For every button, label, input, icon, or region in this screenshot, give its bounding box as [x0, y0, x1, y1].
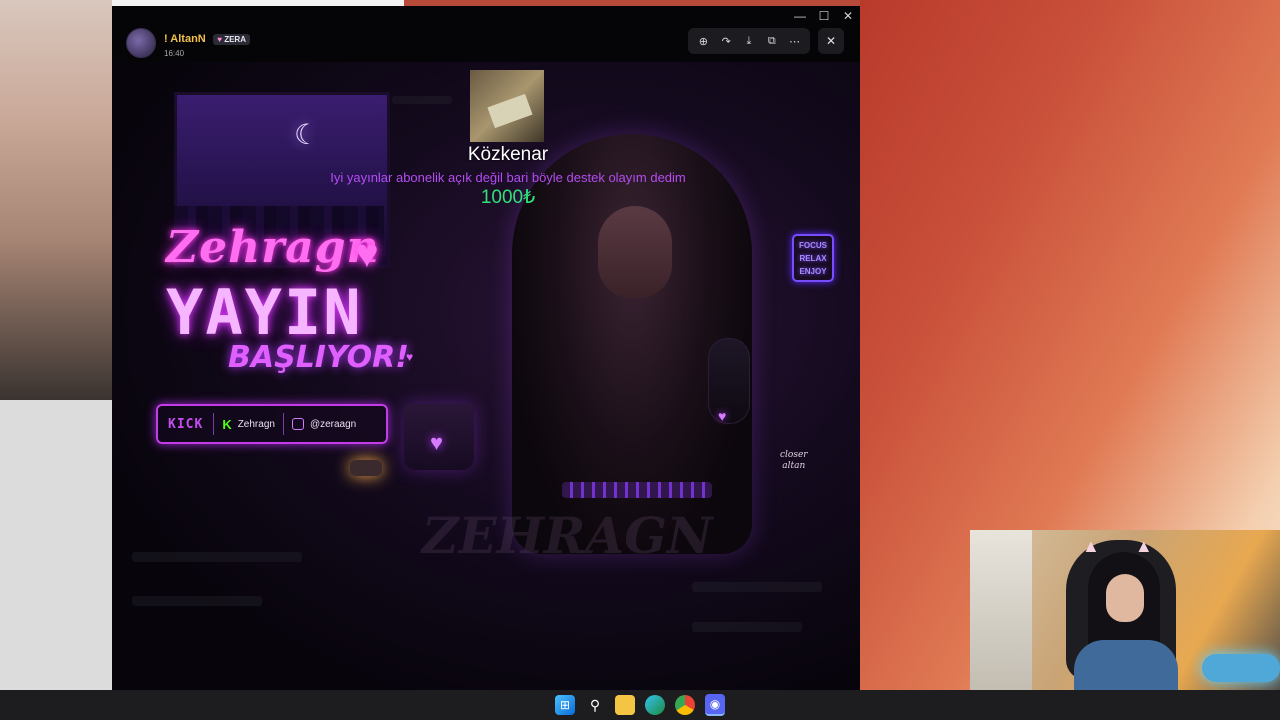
- sign-line: ENJOY: [799, 267, 827, 276]
- keyboard-art: [562, 482, 712, 498]
- neon-heart-icon: ♥: [355, 232, 379, 276]
- windows-taskbar: ⊞ ⚲ ◉: [0, 690, 1280, 720]
- discord-icon[interactable]: ◉: [705, 694, 725, 716]
- poster-streamer-name: Zehragn: [166, 222, 380, 273]
- donation-donor-name: Közkenar: [467, 144, 549, 165]
- focus-relax-enjoy-sign: FOCUS RELAX ENJOY: [792, 234, 834, 282]
- poster-watermark: ZEHRAGN: [422, 506, 713, 565]
- windows-start-icon[interactable]: ⊞: [555, 695, 575, 715]
- viewer-toolbar: ⊕ ↷ ⤓ ⧉ ⋯: [688, 28, 810, 54]
- sign-line: FOCUS: [799, 241, 827, 250]
- server-tag-badge: ♥ ZERA: [213, 33, 250, 45]
- maximize-button[interactable]: ☐: [812, 6, 836, 26]
- donation-message: Iyi yayınlar abonelik açık değil bari bö…: [330, 170, 686, 185]
- instagram-icon: [291, 418, 304, 430]
- kick-handle: K Zehragn: [214, 417, 283, 432]
- faded-ui-line: [692, 622, 802, 632]
- webcam-microphone: [1202, 654, 1280, 682]
- faded-ui-line: [132, 596, 262, 606]
- small-heart-icon: ♥: [406, 350, 414, 364]
- social-links-panel: KICK K Zehragn @zeraagn: [156, 404, 388, 444]
- artist-signature: closer altan: [780, 450, 808, 472]
- streamer-face: [1106, 574, 1144, 622]
- donation-amount: 1000₺: [480, 187, 536, 208]
- instagram-handle-text: @zeraagn: [309, 418, 357, 430]
- uploader-name[interactable]: ! AltanN: [164, 33, 206, 45]
- instagram-handle: @zeraagn: [284, 418, 364, 430]
- signature-line: closer: [780, 450, 808, 460]
- more-icon[interactable]: ⋯: [785, 35, 805, 48]
- window-close-button[interactable]: ✕: [836, 6, 860, 26]
- uploader-info: ! AltanN ♥ ZERA 16:40: [126, 28, 250, 58]
- search-icon[interactable]: ⚲: [585, 695, 605, 715]
- kick-icon: K: [222, 416, 232, 432]
- faded-ui-line: [132, 552, 302, 562]
- upload-time: 16:40: [164, 48, 185, 58]
- edge-icon[interactable]: [645, 695, 665, 715]
- kick-logo: KICK: [168, 416, 204, 432]
- window-controls: — ☐ ✕: [788, 6, 860, 26]
- zoom-in-icon[interactable]: ⊕: [693, 35, 713, 48]
- cat-ear-headset: ▲ ▲: [1082, 536, 1153, 556]
- avatar[interactable]: [126, 28, 156, 58]
- poster-subline: BAŞLIYOR!: [228, 340, 409, 375]
- chrome-icon[interactable]: [675, 695, 695, 715]
- microphone-art: [708, 338, 750, 424]
- file-explorer-icon[interactable]: [615, 695, 635, 715]
- signature-line: altan: [782, 461, 806, 471]
- faded-ui-line: [392, 96, 452, 104]
- server-tag-label: ZERA: [224, 34, 246, 44]
- sign-line: RELAX: [799, 254, 827, 263]
- faded-ui-line: [692, 582, 822, 592]
- close-viewer-button[interactable]: ✕: [818, 28, 844, 54]
- kick-handle-text: Zehragn: [237, 418, 275, 430]
- mug-heart-icon: ♥: [430, 430, 444, 455]
- candle-art: [350, 460, 382, 476]
- mic-heart-icon: ♥: [718, 408, 727, 424]
- download-icon[interactable]: ⤓: [739, 35, 759, 48]
- poster-headline: YAYIN: [166, 276, 363, 349]
- background-stream-left-bottom: [0, 400, 112, 690]
- forward-icon[interactable]: ↷: [716, 35, 736, 48]
- minimize-button[interactable]: —: [788, 6, 812, 26]
- open-external-icon[interactable]: ⧉: [762, 35, 782, 48]
- girl-face-illustration: [598, 206, 672, 298]
- heart-icon: ♥: [217, 34, 222, 44]
